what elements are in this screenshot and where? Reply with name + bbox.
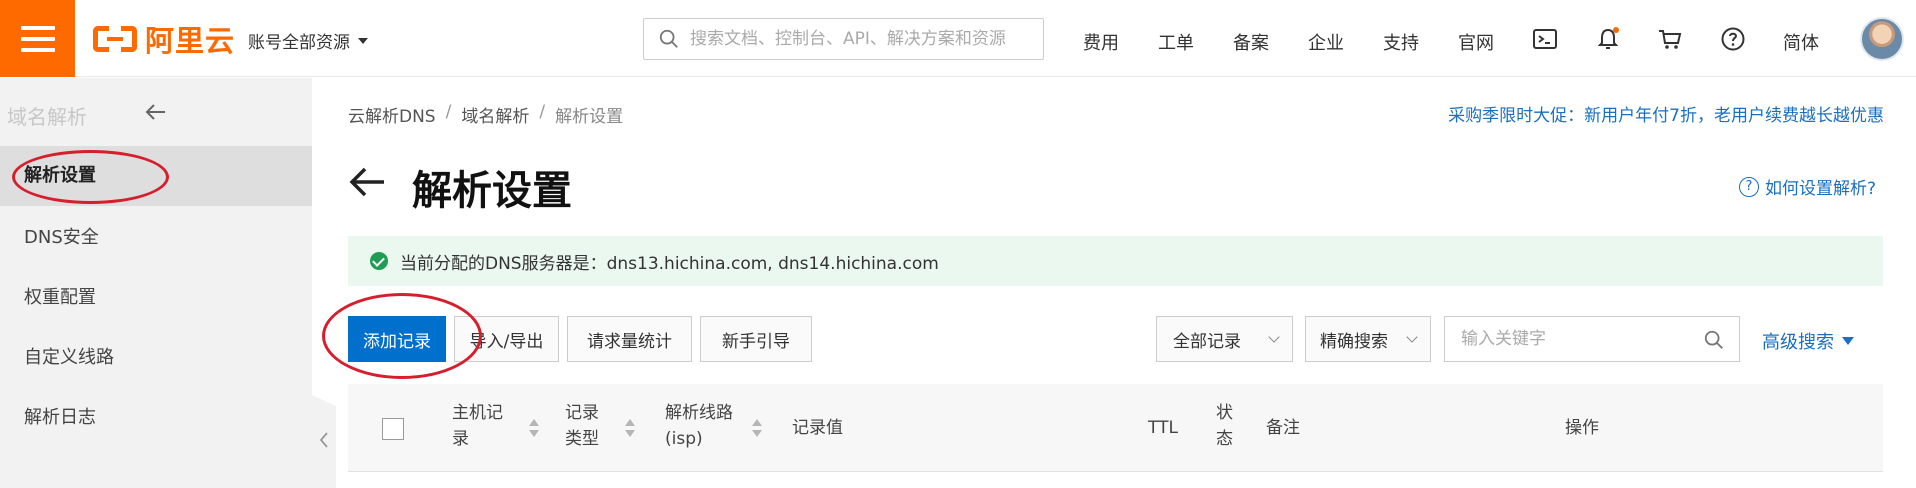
account-scope-dropdown[interactable]: 账号全部资源 [248, 28, 368, 53]
help-icon[interactable] [1720, 26, 1746, 52]
sidebar-item-weight-config[interactable]: 权重配置 [0, 268, 312, 328]
page-title: 解析设置 [412, 168, 572, 214]
sort-icon[interactable] [625, 417, 635, 439]
select-all-checkbox[interactable] [382, 418, 404, 440]
column-line-line2: (isp) [665, 429, 703, 449]
page-back-arrow-icon[interactable] [348, 162, 388, 202]
breadcrumb-item-current: 解析设置 [555, 107, 624, 127]
column-host-line1: 主机记 [452, 403, 503, 423]
sidebar: 域名解析 解析设置 DNS安全 权重配置 自定义线路 解析日志 [0, 78, 312, 488]
column-status-line2: 态 [1216, 429, 1233, 449]
nav-enterprise[interactable]: 企业 [1308, 29, 1344, 55]
column-resolution-line[interactable]: 解析线路 (isp) [665, 400, 733, 452]
sidebar-title: 域名解析 [7, 105, 87, 129]
search-mode-select[interactable]: 精确搜索 [1305, 316, 1431, 362]
global-search-input[interactable] [690, 29, 1030, 49]
record-filter-value: 全部记录 [1173, 331, 1241, 352]
sidebar-item-custom-lines[interactable]: 自定义线路 [0, 328, 312, 388]
global-search[interactable] [643, 18, 1044, 60]
records-table-header: 主机记 录 记录 类型 解析线路 (isp) 记录值 TTL 状 态 备注 操作 [348, 384, 1883, 472]
column-host-record[interactable]: 主机记 录 [452, 400, 503, 452]
column-record-value: 记录值 [792, 418, 843, 438]
terminal-icon[interactable] [1532, 26, 1558, 52]
hamburger-icon-line [20, 25, 55, 30]
column-action: 操作 [1565, 418, 1599, 438]
cart-icon[interactable] [1657, 26, 1683, 52]
request-stats-button[interactable]: 请求量统计 [567, 316, 692, 362]
sidebar-item-dns-security[interactable]: DNS安全 [0, 208, 312, 268]
column-ttl: TTL [1148, 418, 1178, 438]
dns-server-notice: 当前分配的DNS服务器是：dns13.hichina.com, dns14.hi… [348, 236, 1883, 286]
top-bar: 阿里云 账号全部资源 费用 工单 备案 企业 支持 官网 简体 [0, 0, 1916, 77]
notice-text: 当前分配的DNS服务器是：dns13.hichina.com, dns14.hi… [400, 253, 939, 274]
hamburger-icon-line [20, 36, 55, 41]
column-host-line2: 录 [452, 429, 469, 449]
nav-official-site[interactable]: 官网 [1458, 29, 1494, 55]
how-to-configure-link[interactable]: ? 如何设置解析? [1738, 174, 1876, 199]
breadcrumb-separator: / [445, 102, 452, 122]
success-check-icon [370, 252, 388, 270]
advanced-search-toggle[interactable]: 高级搜索 [1762, 328, 1854, 354]
caret-down-icon [1842, 337, 1854, 345]
advanced-search-label: 高级搜索 [1762, 332, 1834, 353]
column-record-type[interactable]: 记录 类型 [565, 400, 599, 452]
hamburger-menu-button[interactable] [0, 0, 75, 77]
search-icon[interactable] [1703, 329, 1725, 351]
nav-billing[interactable]: 费用 [1083, 29, 1119, 55]
caret-down-icon [358, 37, 368, 44]
column-remark: 备注 [1266, 418, 1300, 438]
question-circle-icon: ? [1738, 176, 1759, 197]
nav-tickets[interactable]: 工单 [1158, 29, 1194, 55]
user-avatar[interactable] [1860, 17, 1904, 61]
column-line-line1: 解析线路 [665, 403, 733, 423]
column-type-line2: 类型 [565, 429, 599, 449]
back-arrow-icon[interactable] [144, 100, 168, 124]
search-icon [659, 29, 678, 48]
hamburger-icon-line [20, 47, 55, 52]
keyword-search-box[interactable] [1444, 316, 1740, 362]
column-type-line1: 记录 [565, 403, 599, 423]
sidebar-item-dns-logs[interactable]: 解析日志 [0, 388, 312, 448]
account-scope-label: 账号全部资源 [248, 33, 350, 53]
column-status: 状 态 [1216, 400, 1233, 452]
annotation-circle-add-record [322, 293, 482, 379]
breadcrumb: 云解析DNS / 域名解析 / 解析设置 [348, 102, 623, 127]
promo-banner-link[interactable]: 采购季限时大促：新用户年付7折，老用户续费越长越优惠 [1448, 101, 1884, 126]
record-filter-select[interactable]: 全部记录 [1156, 316, 1293, 362]
main-content: 云解析DNS / 域名解析 / 解析设置 采购季限时大促：新用户年付7折，老用户… [312, 78, 1916, 488]
language-switch[interactable]: 简体 [1783, 29, 1819, 55]
notification-bell-icon[interactable] [1595, 26, 1621, 52]
annotation-circle-sidebar [12, 150, 169, 204]
chevron-down-icon [1406, 331, 1418, 343]
help-link-label: 如何设置解析? [1764, 179, 1876, 199]
breadcrumb-item-domain-dns[interactable]: 域名解析 [461, 102, 529, 127]
search-mode-value: 精确搜索 [1320, 331, 1388, 352]
logo-text: 阿里云 [145, 24, 236, 58]
nav-icp[interactable]: 备案 [1233, 29, 1269, 55]
keyword-input[interactable] [1461, 329, 1681, 349]
aliyun-logo[interactable]: 阿里云 [93, 22, 235, 58]
breadcrumb-separator: / [539, 102, 546, 122]
beginner-guide-button[interactable]: 新手引导 [700, 316, 812, 362]
sort-icon[interactable] [752, 417, 762, 439]
breadcrumb-item-cloud-dns[interactable]: 云解析DNS [348, 102, 436, 127]
sort-icon[interactable] [529, 417, 539, 439]
chevron-down-icon [1268, 331, 1280, 343]
aliyun-logo-icon [93, 26, 137, 52]
nav-support[interactable]: 支持 [1383, 29, 1419, 55]
column-status-line1: 状 [1216, 403, 1233, 423]
